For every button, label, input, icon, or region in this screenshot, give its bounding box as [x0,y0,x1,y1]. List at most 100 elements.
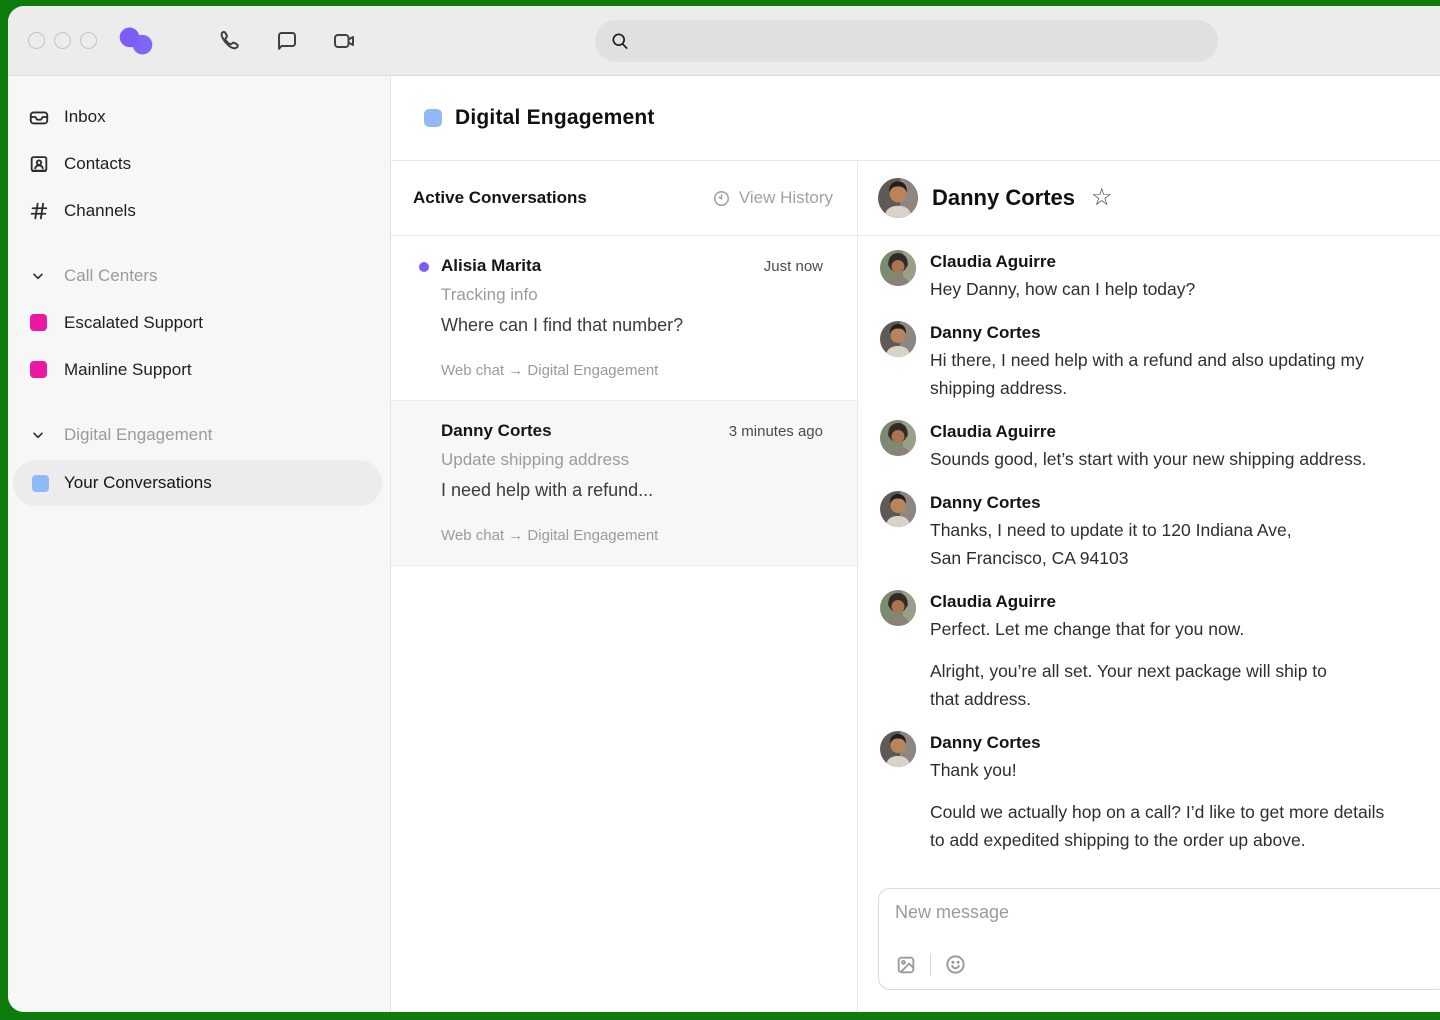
channel-color-swatch [30,361,47,378]
app-window: Inbox Contacts Channels [8,6,1440,1012]
message-group: Danny Cortes Hi there, I need help with … [880,321,1440,402]
inbox-icon [28,106,50,128]
search-bar [595,20,1218,62]
conversation-time: Just now [764,258,823,275]
window-controls [28,32,97,49]
conversation-row[interactable]: Alisia Marita Just now Tracking info Whe… [391,236,857,401]
unread-dot [419,262,429,272]
sidebar-item-channels[interactable]: Channels [8,187,390,234]
star-icon[interactable]: ☆ [1091,186,1113,210]
window-control-minimize[interactable] [54,32,71,49]
video-icon[interactable] [332,28,358,54]
list-title: Active Conversations [413,188,587,208]
channel-color-swatch [32,475,49,492]
message-group: Claudia Aguirre Sounds good, let’s start… [880,420,1440,473]
avatar [880,420,916,456]
conversation-preview: I need help with a refund... [441,480,823,501]
chat-header: Danny Cortes ☆ [858,161,1440,236]
avatar [880,250,916,286]
message-text: Thank you! [930,756,1384,784]
avatar [880,491,916,527]
conversation-row[interactable]: Danny Cortes 3 minutes ago Update shippi… [391,401,857,566]
emoji-icon[interactable] [944,953,967,976]
message-text: Sounds good, let’s start with your new s… [930,445,1366,473]
sidebar-item-label: Contacts [64,154,131,174]
search-input[interactable] [640,20,1218,62]
sidebar-item-your-conversations[interactable]: Your Conversations [13,460,382,506]
chevron-down-icon [30,427,46,443]
sidebar-item-label: Escalated Support [64,313,203,333]
avatar [878,178,918,218]
panes: Active Conversations View History Alisia… [391,161,1440,1012]
message-author: Claudia Aguirre [930,590,1327,614]
view-history-button[interactable]: View History [712,188,833,208]
message-group: Danny Cortes Thank you! Could we actuall… [880,731,1440,854]
sidebar-item-label: Channels [64,201,136,221]
message-composer [878,888,1440,990]
content: Inbox Contacts Channels [8,76,1440,1012]
message-text: Hi there, I need help with a refund and … [930,346,1364,402]
message-text: Hey Danny, how can I help today? [930,275,1195,303]
sidebar-section-label: Call Centers [64,266,158,286]
dialpad-logo-icon [118,26,154,56]
message-text: Thanks, I need to update it to 120 India… [930,516,1292,572]
message-author: Danny Cortes [930,321,1364,345]
sidebar: Inbox Contacts Channels [8,76,391,1012]
conversation-channel-path: Web chat → Digital Engagement [441,362,823,379]
channel-color-swatch [424,109,442,127]
clock-icon [712,189,731,208]
chat-pane: Danny Cortes ☆ Claudia Aguirre Hey Danny… [858,161,1440,1012]
avatar [880,321,916,357]
conversation-list-pane: Active Conversations View History Alisia… [391,161,858,1012]
hash-icon [28,200,50,222]
sidebar-section-label: Digital Engagement [64,425,212,445]
window-control-close[interactable] [28,32,45,49]
message-text: Perfect. Let me change that for you now. [930,615,1327,643]
message-author: Claudia Aguirre [930,250,1195,274]
chat-contact-name: Danny Cortes [932,185,1075,211]
conversation-name: Danny Cortes [441,421,552,441]
window-control-zoom[interactable] [80,32,97,49]
sidebar-item-label: Your Conversations [64,473,212,493]
avatar [880,590,916,626]
page-title: Digital Engagement [455,106,655,130]
message-text: Could we actually hop on a call? I’d lik… [930,798,1384,854]
sidebar-item-inbox[interactable]: Inbox [8,93,390,140]
message-group: Claudia Aguirre Hey Danny, how can I hel… [880,250,1440,303]
sidebar-item-escalated-support[interactable]: Escalated Support [8,299,390,346]
conversation-name: Alisia Marita [441,256,541,276]
chevron-down-icon [30,268,46,284]
attach-image-icon[interactable] [895,954,917,976]
new-message-input[interactable] [895,902,1315,923]
message-text: Alright, you’re all set. Your next packa… [930,657,1327,713]
main-area: Digital Engagement Active Conversations … [391,76,1440,1012]
channel-color-swatch [30,314,47,331]
sidebar-item-label: Inbox [64,107,106,127]
avatar [880,731,916,767]
message-author: Danny Cortes [930,491,1292,515]
topbar-nav [216,28,358,54]
chat-icon[interactable] [274,28,300,54]
sidebar-section-call-centers[interactable]: Call Centers [8,252,390,299]
message-author: Claudia Aguirre [930,420,1366,444]
conversation-channel-path: Web chat → Digital Engagement [441,527,823,544]
conversation-subject: Tracking info [441,285,823,305]
sidebar-item-label: Mainline Support [64,360,192,380]
search-icon [610,31,630,51]
divider [930,954,931,976]
conversation-subject: Update shipping address [441,450,823,470]
message-author: Danny Cortes [930,731,1384,755]
phone-icon[interactable] [216,28,242,54]
contacts-icon [28,153,50,175]
sidebar-section-digital-engagement[interactable]: Digital Engagement [8,411,390,458]
page-header: Digital Engagement [391,76,1440,161]
conversation-time: 3 minutes ago [729,423,823,440]
message-group: Claudia Aguirre Perfect. Let me change t… [880,590,1440,713]
conversation-list-header: Active Conversations View History [391,161,857,236]
sidebar-item-contacts[interactable]: Contacts [8,140,390,187]
composer-tools [895,953,967,976]
topbar [8,6,1440,76]
message-group: Danny Cortes Thanks, I need to update it… [880,491,1440,572]
conversation-preview: Where can I find that number? [441,315,823,336]
sidebar-item-mainline-support[interactable]: Mainline Support [8,346,390,393]
